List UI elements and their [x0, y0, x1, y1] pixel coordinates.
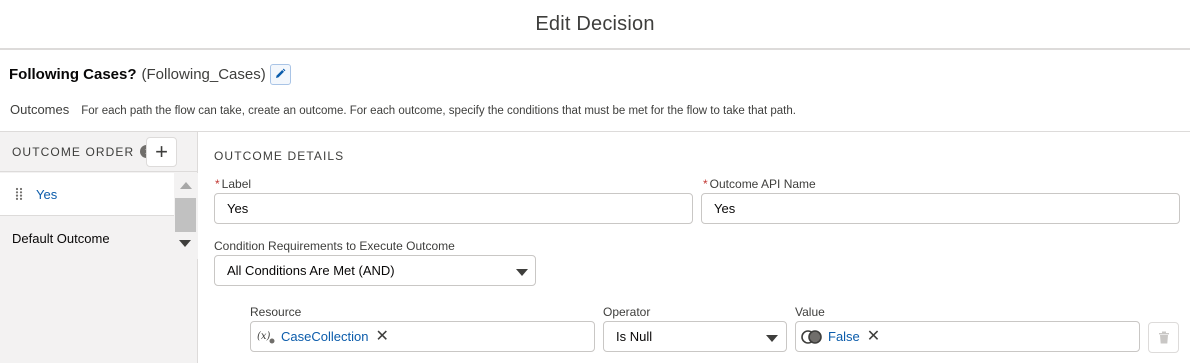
api-name-input[interactable]: Yes [701, 193, 1180, 224]
close-icon[interactable]: ✕ [375, 328, 388, 345]
value-field[interactable]: False ✕ [795, 321, 1140, 352]
add-outcome-button[interactable]: + [146, 137, 177, 167]
required-marker: * [703, 177, 708, 191]
sidebar-item-default-outcome[interactable]: Default Outcome [0, 217, 174, 259]
scroll-down-icon[interactable] [179, 240, 191, 247]
value-pill[interactable]: False ✕ [801, 328, 880, 345]
label-field-text: Label [221, 177, 252, 191]
scroll-up-icon[interactable] [180, 182, 192, 189]
trash-icon [1158, 331, 1169, 344]
value-label: Value [795, 305, 825, 319]
variable-icon: (x) [257, 331, 275, 343]
api-name-field-label: * Outcome API Name [703, 177, 816, 191]
edit-button[interactable] [269, 63, 291, 85]
operator-label: Operator [603, 305, 651, 319]
element-api-name: (Following_Cases) [141, 65, 266, 83]
resource-label: Resource [250, 305, 302, 319]
delete-condition-button[interactable] [1148, 322, 1179, 353]
required-marker: * [215, 177, 220, 191]
api-name-field-text: Outcome API Name [709, 177, 816, 191]
sidebar-item-yes[interactable]: Yes [0, 173, 174, 216]
chevron-down-icon [766, 335, 778, 342]
label-field-label: * Label [215, 177, 251, 191]
element-title: Following Cases? (Following_Cases) [9, 63, 291, 85]
pencil-icon [276, 68, 286, 78]
condition-requirements-select[interactable]: All Conditions Are Met (AND) [214, 255, 536, 286]
outcomes-label: Outcomes [10, 102, 70, 117]
outcome-order-panel: OUTCOME ORDER i + Yes Default Outcome [0, 132, 198, 363]
outcomes-section: Outcomes For each path the flow can take… [10, 102, 796, 117]
outcomes-description: For each path the flow can take, create … [81, 105, 796, 117]
operator-select[interactable]: Is Null [603, 321, 787, 352]
value-pill-label: False [828, 329, 860, 344]
operator-value: Is Null [616, 329, 653, 344]
outcome-details-title: OUTCOME DETAILS [214, 149, 345, 163]
scroll-thumb[interactable] [175, 198, 196, 232]
chevron-down-icon [516, 269, 528, 276]
close-icon[interactable]: ✕ [867, 328, 880, 345]
label-input[interactable]: Yes [214, 193, 693, 224]
outcome-order-label: OUTCOME ORDER [12, 144, 135, 159]
modal-title: Edit Decision [535, 12, 655, 35]
condition-requirements-label: Condition Requirements to Execute Outcom… [214, 239, 455, 253]
sidebar-item-label: Yes [36, 186, 58, 202]
drag-handle-icon[interactable] [15, 187, 23, 201]
modal-header: Edit Decision [0, 0, 1190, 50]
condition-requirements-value: All Conditions Are Met (AND) [227, 263, 395, 278]
element-name: Following Cases? [9, 65, 137, 83]
svg-text:(x): (x) [257, 331, 271, 342]
boolean-icon [801, 329, 822, 344]
resource-pill[interactable]: (x) CaseCollection ✕ [256, 328, 389, 345]
resource-pill-label: CaseCollection [281, 329, 369, 344]
resource-field[interactable]: (x) CaseCollection ✕ [250, 321, 595, 352]
sidebar-scrollbar[interactable] [174, 173, 198, 259]
